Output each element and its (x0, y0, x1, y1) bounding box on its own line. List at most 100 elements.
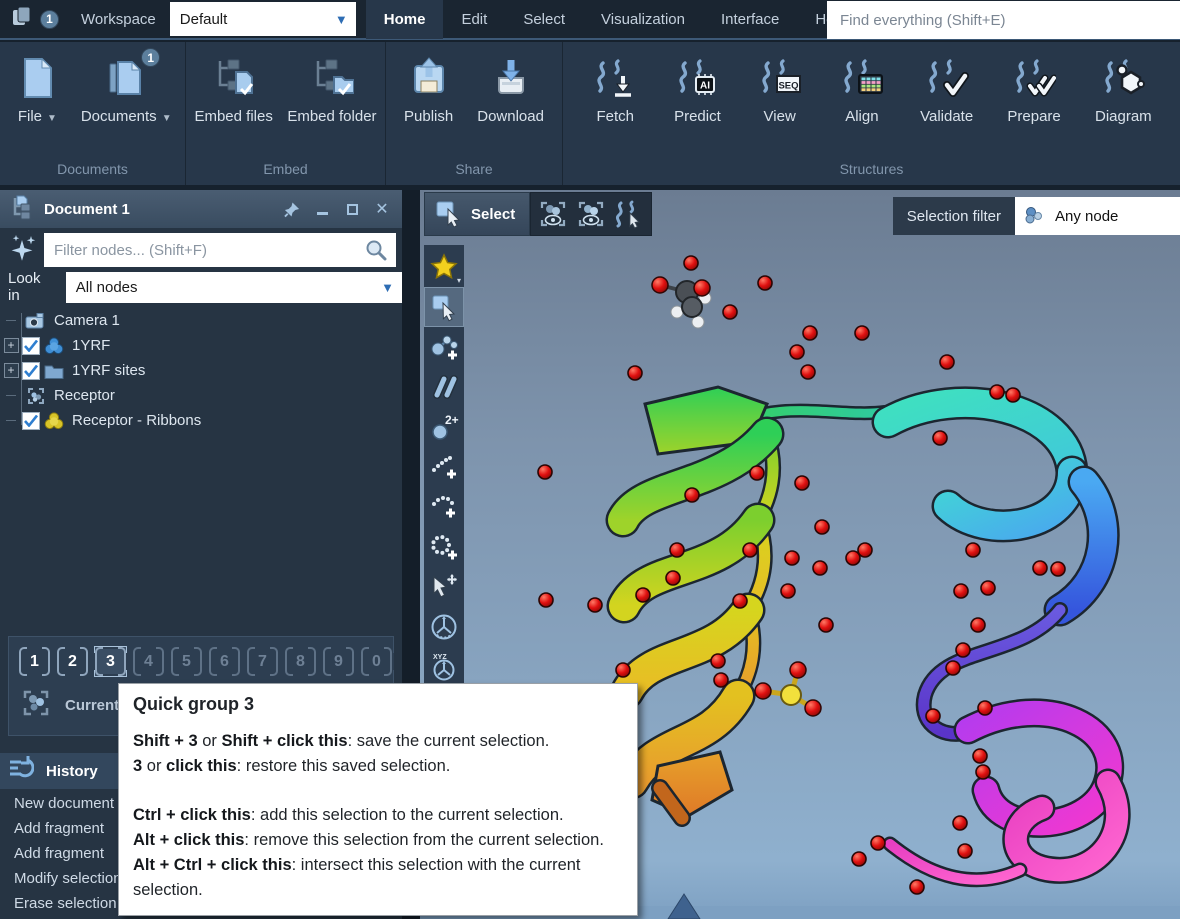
filter-nodes-input[interactable]: Filter nodes... (Shift+F) (44, 233, 396, 267)
publish-button[interactable]: Publish (398, 52, 459, 127)
water-molecule[interactable] (933, 431, 947, 445)
prepare-button[interactable]: Prepare (1001, 52, 1066, 127)
visibility-checkbox[interactable] (22, 337, 40, 355)
water-molecule[interactable] (910, 880, 924, 894)
visibility-checkbox[interactable] (22, 412, 40, 430)
chevron-down-icon[interactable]: ▼ (162, 113, 172, 124)
water-molecule[interactable] (971, 618, 985, 632)
file-button[interactable]: File▼ (7, 52, 67, 127)
tree-item-camera-1[interactable]: Camera 1 (0, 308, 402, 333)
pin-icon[interactable] (284, 201, 300, 217)
water-molecule[interactable] (956, 643, 970, 657)
dots-curve-add-button[interactable] (424, 487, 464, 527)
water-molecule[interactable] (801, 365, 815, 379)
charge-2plus-button[interactable]: 2+ (424, 407, 464, 447)
water-molecule[interactable] (815, 520, 829, 534)
water-molecule[interactable] (819, 618, 833, 632)
expand-icon[interactable]: + (4, 363, 19, 378)
bond-pair-button[interactable] (424, 367, 464, 407)
predict-button[interactable]: AIPredict (667, 52, 727, 127)
xyz-gauge-button[interactable]: XYZ (424, 647, 464, 687)
water-molecule[interactable] (636, 588, 650, 602)
quick-group-0-button[interactable]: 0 (361, 647, 392, 676)
water-molecule[interactable] (981, 581, 995, 595)
rect-select-button[interactable] (424, 287, 464, 327)
water-molecule[interactable] (790, 345, 804, 359)
water-molecule[interactable] (954, 584, 968, 598)
close-icon[interactable]: ✕ (374, 201, 390, 217)
water-molecule[interactable] (1006, 388, 1020, 402)
water-molecule[interactable] (940, 355, 954, 369)
maximize-icon[interactable] (344, 201, 360, 217)
search-icon[interactable] (364, 238, 388, 266)
water-molecule[interactable] (538, 465, 552, 479)
water-molecule[interactable] (976, 765, 990, 779)
water-molecule[interactable] (758, 276, 772, 290)
current-selection-icon[interactable] (21, 688, 51, 723)
water-molecule[interactable] (785, 551, 799, 565)
water-molecule[interactable] (1033, 561, 1047, 575)
protein-ribbon[interactable] (623, 387, 1117, 880)
fetch-button[interactable]: Fetch (585, 52, 645, 127)
tree-item-receptor[interactable]: Receptor (0, 383, 402, 408)
add-atoms-button[interactable] (424, 327, 464, 367)
expand-icon[interactable]: + (4, 338, 19, 353)
quick-group-5-button[interactable]: 5 (171, 647, 202, 676)
water-molecule[interactable] (539, 593, 553, 607)
water-molecule[interactable] (685, 488, 699, 502)
select-tool-button[interactable]: Select (424, 192, 530, 236)
water-molecule[interactable] (852, 852, 866, 866)
embed-files-button[interactable]: Embed files (188, 52, 278, 127)
water-molecule[interactable] (666, 571, 680, 585)
water-molecule[interactable] (803, 326, 817, 340)
water-molecule[interactable] (684, 256, 698, 270)
water-molecule[interactable] (953, 816, 967, 830)
quick-group-3-button[interactable]: 3 (95, 647, 126, 676)
watch-selection-button[interactable] (535, 196, 571, 232)
menu-tab-select[interactable]: Select (505, 0, 583, 39)
water-molecule[interactable] (973, 749, 987, 763)
water-molecule[interactable] (723, 305, 737, 319)
water-molecule[interactable] (978, 701, 992, 715)
tree-item-receptor-ribbons[interactable]: Receptor - Ribbons (0, 408, 402, 433)
menu-tab-interface[interactable]: Interface (703, 0, 797, 39)
menu-tab-edit[interactable]: Edit (443, 0, 505, 39)
water-molecule[interactable] (958, 844, 972, 858)
water-molecule[interactable] (946, 661, 960, 675)
quick-group-9-button[interactable]: 9 (323, 647, 354, 676)
download-button[interactable]: Download (471, 52, 550, 127)
quick-group-6-button[interactable]: 6 (209, 647, 240, 676)
align-button[interactable]: Align (832, 52, 892, 127)
water-molecule[interactable] (795, 476, 809, 490)
move-cursor-button[interactable] (424, 567, 464, 607)
menu-tab-home[interactable]: Home (366, 0, 444, 39)
chevron-down-icon[interactable]: ▼ (47, 113, 57, 124)
water-molecule[interactable] (670, 543, 684, 557)
water-molecule[interactable] (743, 543, 757, 557)
water-molecule[interactable] (616, 663, 630, 677)
water-molecule[interactable] (855, 326, 869, 340)
minimize-icon[interactable] (314, 201, 330, 217)
water-molecule[interactable] (781, 584, 795, 598)
diagram-button[interactable]: Diagram (1089, 52, 1158, 127)
embed-folder-button[interactable]: Embed folder (281, 52, 382, 127)
watch-selection-alt-button[interactable] (573, 196, 609, 232)
menu-tab-visualization[interactable]: Visualization (583, 0, 703, 39)
sulfate-ion[interactable] (755, 662, 821, 716)
water-molecule[interactable] (858, 543, 872, 557)
validate-button[interactable]: Validate (914, 52, 979, 127)
ligand-molecule[interactable] (652, 277, 711, 328)
helix-tool-button[interactable] (611, 196, 647, 232)
visibility-checkbox[interactable] (22, 362, 40, 380)
quick-group-8-button[interactable]: 8 (285, 647, 316, 676)
favorites-star-button[interactable]: ▾ (424, 247, 464, 287)
water-molecule[interactable] (711, 654, 725, 668)
water-molecule[interactable] (926, 709, 940, 723)
quick-group-1-button[interactable]: 1 (19, 647, 50, 676)
find-everything-input[interactable]: Find everything (Shift+E) (827, 1, 1180, 39)
water-molecule[interactable] (966, 543, 980, 557)
quick-group-2-button[interactable]: 2 (57, 647, 88, 676)
documents-button[interactable]: 1Documents▼ (75, 52, 178, 127)
water-molecule[interactable] (813, 561, 827, 575)
water-molecule[interactable] (1051, 562, 1065, 576)
